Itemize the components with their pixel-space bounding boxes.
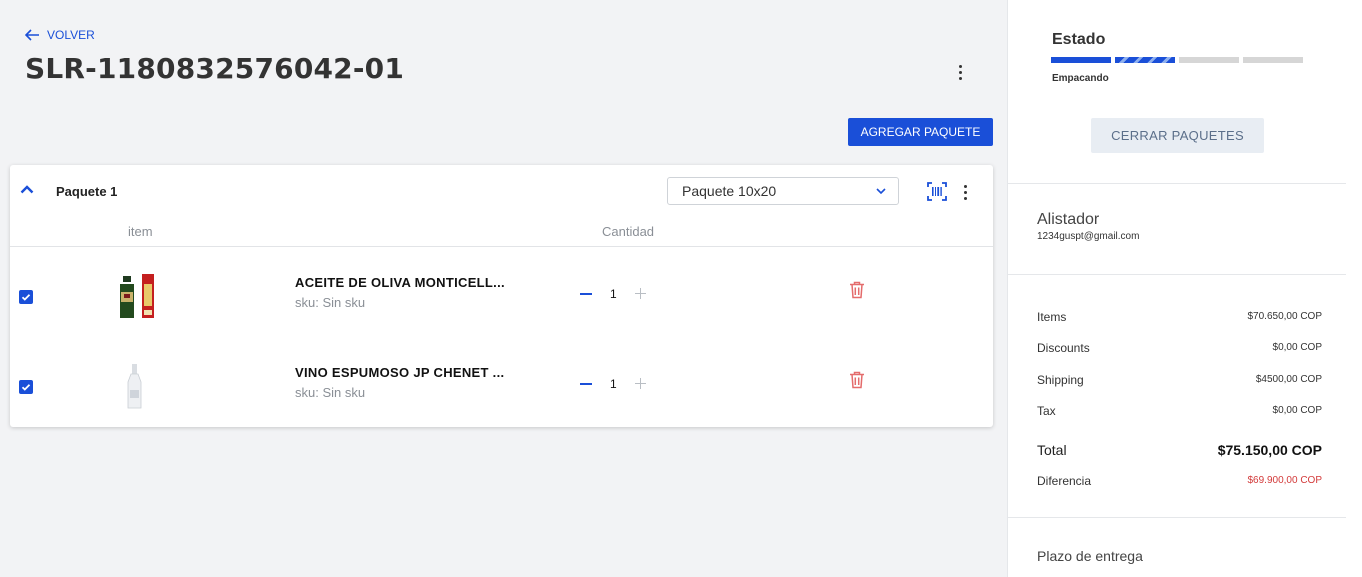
package-more-options-icon[interactable] bbox=[960, 185, 970, 200]
summary-discounts-value: $0,00 COP bbox=[1272, 342, 1322, 353]
product-name: VINO ESPUMOSO JP CHENET ... bbox=[295, 365, 505, 380]
summary-difference-label: Diferencia bbox=[1037, 474, 1092, 488]
section-divider bbox=[1008, 183, 1346, 184]
item-checkbox[interactable] bbox=[19, 290, 33, 304]
picker-email: 1234guspt@gmail.com bbox=[1037, 231, 1140, 242]
section-divider bbox=[1008, 274, 1346, 275]
order-sidebar: Estado Empacando CERRAR PAQUETES Alistad… bbox=[1007, 0, 1362, 577]
add-package-button[interactable]: AGREGAR PAQUETE bbox=[848, 118, 993, 146]
table-row: VINO ESPUMOSO JP CHENET ... sku: Sin sku… bbox=[10, 337, 993, 427]
summary-total-value: $75.150,00 COP bbox=[1217, 442, 1322, 458]
chevron-up-icon[interactable] bbox=[20, 184, 34, 194]
barcode-scan-icon[interactable] bbox=[927, 182, 947, 201]
status-step-completed bbox=[1051, 57, 1111, 63]
status-step-pending bbox=[1243, 57, 1303, 63]
product-sku: sku: Sin sku bbox=[295, 385, 366, 400]
table-row: ACEITE DE OLIVA MONTICELL... sku: Sin sk… bbox=[10, 247, 993, 337]
summary-discounts-label: Discounts bbox=[1037, 341, 1090, 355]
increase-quantity-button[interactable] bbox=[635, 378, 646, 389]
trash-icon[interactable] bbox=[849, 281, 865, 299]
package-size-value: Paquete 10x20 bbox=[682, 183, 777, 199]
close-packages-button[interactable]: CERRAR PAQUETES bbox=[1091, 118, 1264, 153]
section-divider bbox=[1008, 517, 1346, 518]
package-name: Paquete 1 bbox=[56, 184, 118, 199]
summary-tax-value: $0,00 COP bbox=[1272, 405, 1322, 416]
order-more-options-icon[interactable] bbox=[955, 65, 965, 80]
check-icon bbox=[21, 384, 31, 391]
package-size-select[interactable]: Paquete 10x20 bbox=[667, 177, 899, 205]
picker-title: Alistador bbox=[1037, 211, 1100, 228]
delivery-title: Plazo de entrega bbox=[1037, 548, 1143, 564]
summary-items-value: $70.650,00 COP bbox=[1247, 311, 1323, 322]
increase-quantity-button[interactable] bbox=[635, 288, 646, 299]
item-quantity: 1 bbox=[610, 287, 617, 301]
summary-items-label: Items bbox=[1037, 310, 1067, 324]
check-icon bbox=[21, 294, 31, 301]
product-image-sparkling-wine bbox=[127, 364, 142, 409]
product-image-olive-oil bbox=[120, 274, 154, 318]
chevron-down-icon bbox=[876, 188, 886, 195]
summary-difference-value: $69.900,00 COP bbox=[1247, 475, 1323, 486]
summary-total-label: Total bbox=[1037, 442, 1067, 458]
summary-tax-label: Tax bbox=[1037, 404, 1056, 418]
main-panel: VOLVER SLR-1180832576042-01 AGREGAR PAQU… bbox=[0, 0, 1007, 577]
back-link[interactable]: VOLVER bbox=[25, 28, 95, 42]
summary-shipping-label: Shipping bbox=[1037, 373, 1084, 387]
arrow-left-icon bbox=[25, 29, 39, 41]
status-label: Empacando bbox=[1052, 73, 1109, 84]
status-step-in-progress bbox=[1115, 57, 1175, 63]
column-header-quantity: Cantidad bbox=[602, 224, 655, 239]
status-step-pending bbox=[1179, 57, 1239, 63]
item-checkbox[interactable] bbox=[19, 380, 33, 394]
product-sku: sku: Sin sku bbox=[295, 295, 366, 310]
decrease-quantity-button[interactable] bbox=[580, 293, 592, 295]
trash-icon[interactable] bbox=[849, 371, 865, 389]
item-quantity: 1 bbox=[610, 377, 617, 391]
page-title: SLR-1180832576042-01 bbox=[25, 52, 405, 85]
summary-shipping-value: $4500,00 COP bbox=[1255, 374, 1322, 385]
decrease-quantity-button[interactable] bbox=[580, 383, 592, 385]
package-card: Paquete 1 Paquete 10x20 item Cantidad AC… bbox=[10, 165, 993, 427]
product-name: ACEITE DE OLIVA MONTICELL... bbox=[295, 275, 505, 290]
status-title: Estado bbox=[1052, 31, 1106, 48]
back-label: VOLVER bbox=[47, 28, 95, 42]
column-header-item: item bbox=[128, 224, 153, 239]
